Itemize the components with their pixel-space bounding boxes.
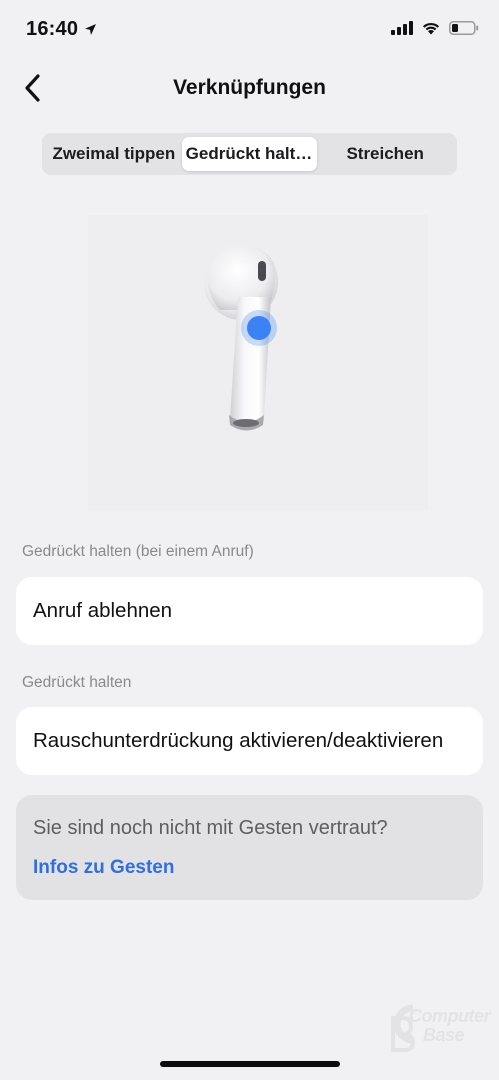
status-icons bbox=[391, 21, 479, 35]
computerbase-watermark: Computer Base bbox=[379, 998, 491, 1056]
navigation-header: Verknüpfungen bbox=[0, 62, 499, 116]
tab-swipe[interactable]: Streichen bbox=[317, 137, 453, 171]
earbud-illustration bbox=[88, 215, 428, 510]
section-label-in-call: Gedrückt halten (bei einem Anruf) bbox=[22, 543, 254, 560]
watermark-line1: Computer bbox=[409, 1006, 491, 1026]
press-hold-action-value: Rauschunterdrückung aktivieren/deaktivie… bbox=[33, 729, 444, 752]
tab-label: Zweimal tippen bbox=[52, 144, 176, 163]
status-time-label: 16:40 bbox=[26, 18, 79, 40]
tab-double-tap[interactable]: Zweimal tippen bbox=[46, 137, 182, 171]
location-arrow-icon bbox=[85, 24, 97, 35]
tab-label: Streichen bbox=[346, 144, 424, 163]
gesture-info-link[interactable]: Infos zu Gesten bbox=[33, 857, 174, 879]
status-bar: 16:40 bbox=[0, 0, 499, 58]
in-call-action-value: Anruf ablehnen bbox=[33, 599, 173, 622]
tab-press-and-hold[interactable]: Gedrückt halten bbox=[181, 137, 318, 171]
gesture-tabs: Zweimal tippen Gedrückt halten Streichen bbox=[42, 133, 457, 175]
wifi-icon bbox=[423, 22, 439, 35]
tab-label: Gedrückt halten bbox=[185, 144, 316, 163]
earbud-image bbox=[204, 244, 278, 431]
watermark-line2: Base bbox=[423, 1025, 465, 1045]
in-call-action-row[interactable]: Anruf ablehnen bbox=[16, 577, 483, 645]
gesture-info-card: Sie sind noch nicht mit Gesten vertraut?… bbox=[16, 795, 483, 900]
page-title: Verknüpfungen bbox=[173, 76, 326, 99]
section-label-press-hold: Gedrückt halten bbox=[22, 674, 132, 691]
gesture-info-text: Sie sind noch nicht mit Gesten vertraut? bbox=[33, 817, 388, 839]
cellular-signal-icon bbox=[391, 21, 413, 35]
battery-icon bbox=[449, 21, 479, 35]
touch-dot bbox=[247, 316, 271, 340]
press-hold-action-row[interactable]: Rauschunterdrückung aktivieren/deaktivie… bbox=[16, 707, 483, 775]
home-indicator[interactable] bbox=[160, 1061, 340, 1067]
status-time: 16:40 bbox=[26, 18, 97, 41]
